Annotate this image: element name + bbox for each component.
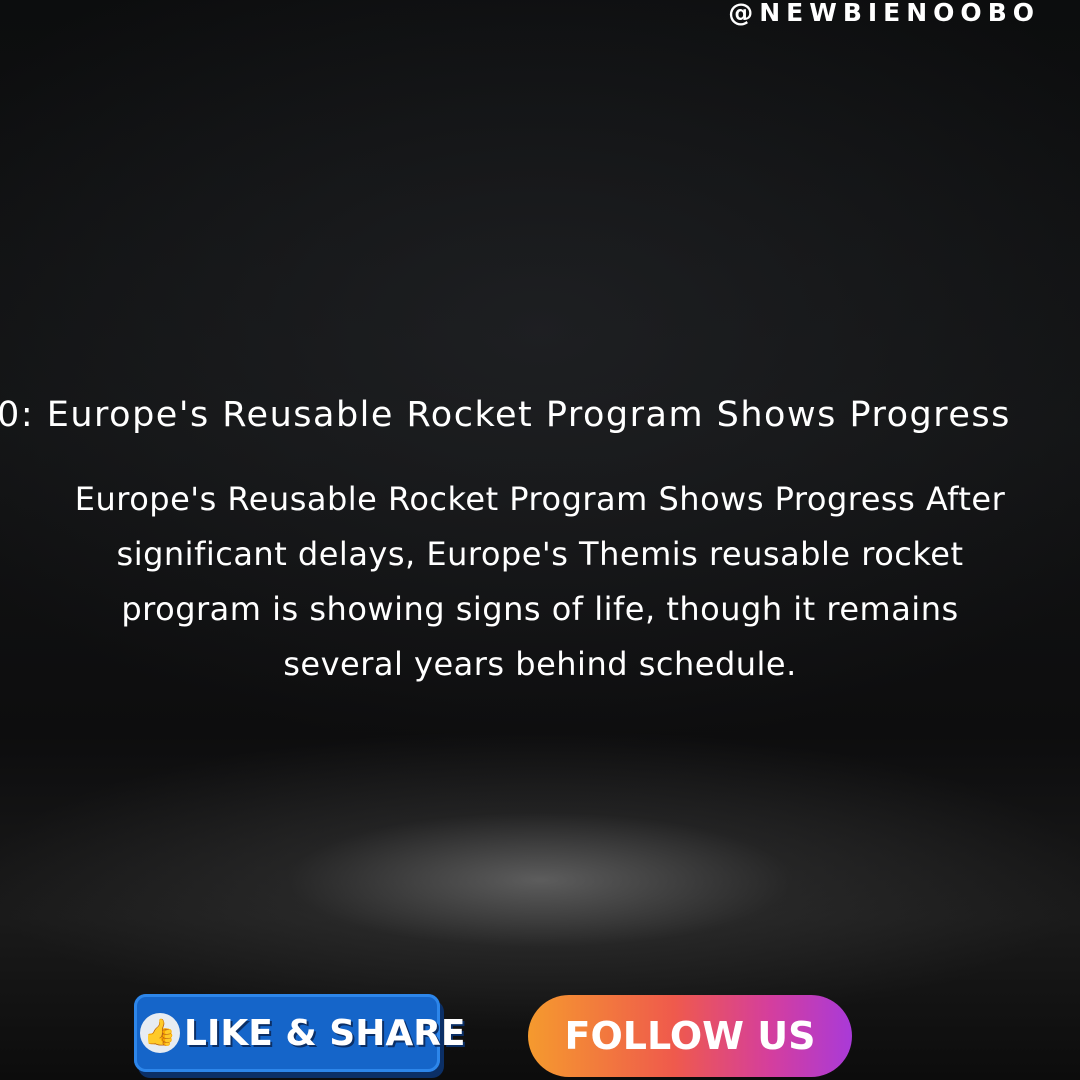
post-body: Europe's Reusable Rocket Program Shows P… bbox=[74, 480, 1006, 683]
post-title: /10: Europe's Reusable Rocket Program Sh… bbox=[0, 395, 1011, 435]
like-share-button[interactable]: 👍 LIKE & SHARE bbox=[134, 994, 466, 1072]
follow-us-button[interactable]: FOLLOW US bbox=[528, 995, 852, 1077]
like-share-label: LIKE & SHARE bbox=[184, 1012, 466, 1054]
follow-us-label: FOLLOW US bbox=[564, 1014, 816, 1058]
thumbs-up-icon: 👍 bbox=[140, 1013, 180, 1053]
account-handle: @NEWBIENOOBO bbox=[728, 0, 1040, 27]
